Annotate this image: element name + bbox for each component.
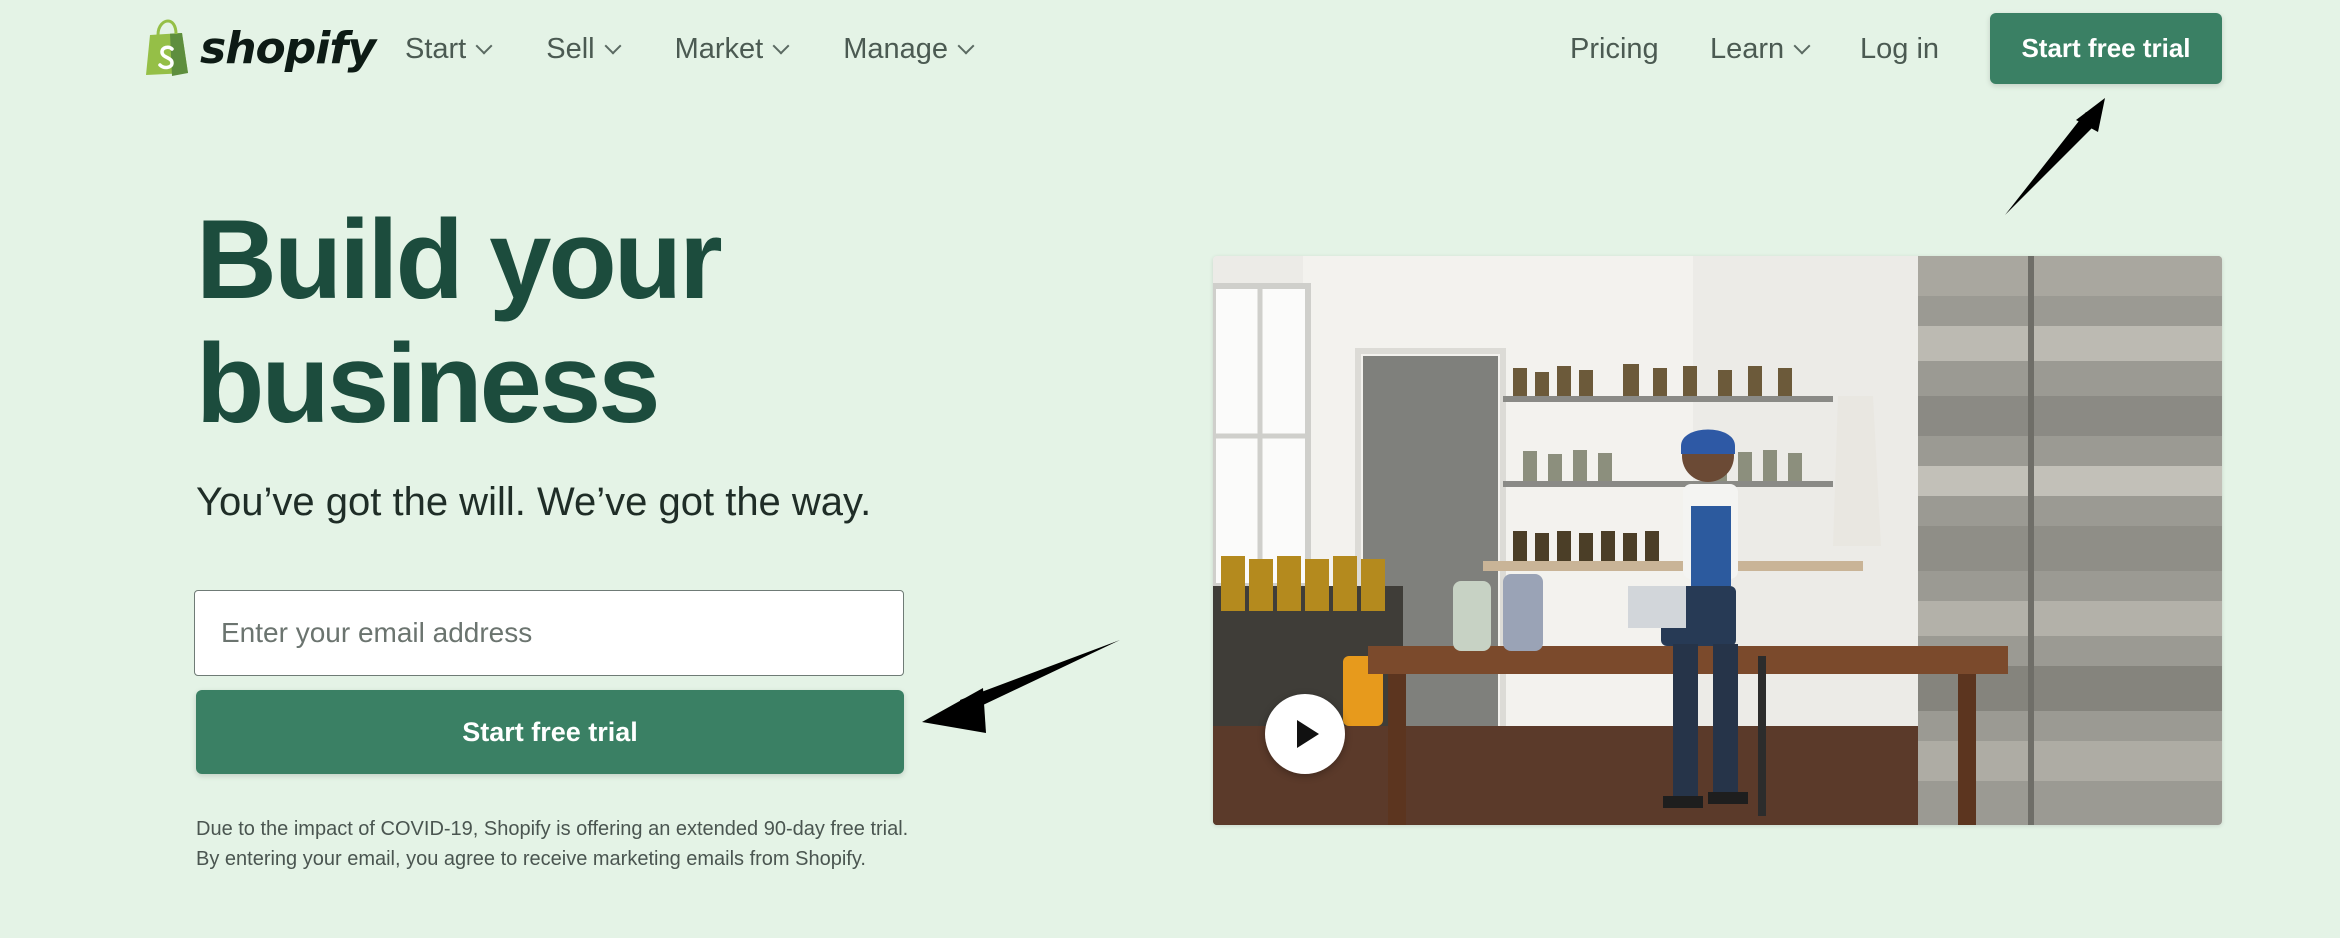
nav-learn-label: Learn [1710, 32, 1785, 65]
shopping-bag-logo-icon [146, 19, 188, 76]
disclaimer-line1: Due to the impact of COVID-19, Shopify i… [196, 818, 909, 840]
header-start-free-trial-button[interactable]: Start free trial [1990, 13, 2222, 84]
hero-title-line1: Build your [196, 197, 723, 322]
nav-sell[interactable]: Sell [546, 32, 622, 66]
nav-manage[interactable]: Manage [843, 32, 975, 66]
nav-market-label: Market [674, 32, 764, 65]
shop-interior-image [1213, 256, 2222, 825]
disclaimer-line2: By entering your email, you agree to rec… [196, 848, 866, 870]
nav-manage-label: Manage [843, 32, 949, 65]
site-header: shopify Start Sell Market Manage Pricing… [0, 0, 2340, 100]
nav-start[interactable]: Start [405, 32, 493, 66]
nav-pricing-link[interactable]: Pricing [1570, 24, 1659, 74]
disclaimer: Due to the impact of COVID-19, Shopify i… [196, 814, 908, 874]
logo-wordmark: shopify [200, 22, 376, 74]
arrow-to-hero-cta-icon [922, 640, 1120, 733]
play-icon [1297, 720, 1319, 748]
arrow-to-header-cta-icon [2005, 98, 2105, 215]
hero-subtitle: You’ve got the will. We’ve got the way. [196, 480, 872, 524]
hero-start-free-trial-button[interactable]: Start free trial [196, 690, 904, 774]
nav-sell-label: Sell [546, 32, 595, 65]
nav-start-label: Start [405, 32, 467, 65]
hero-title-line2: business [196, 321, 661, 446]
hero-video-thumbnail[interactable] [1213, 256, 2222, 825]
chevron-down-icon [475, 37, 493, 55]
play-video-button[interactable] [1265, 694, 1345, 774]
chevron-down-icon [1793, 37, 1811, 55]
nav-learn[interactable]: Learn [1710, 24, 1811, 74]
email-input[interactable] [194, 590, 904, 676]
nav-login-link[interactable]: Log in [1860, 24, 1939, 74]
nav-market[interactable]: Market [674, 32, 790, 66]
hero-title: Build your business [196, 198, 1096, 446]
chevron-down-icon [957, 37, 975, 55]
chevron-down-icon [604, 37, 622, 55]
primary-nav: Start Sell Market Manage [405, 24, 1028, 74]
shopify-logo[interactable]: shopify [142, 16, 376, 80]
chevron-down-icon [772, 37, 790, 55]
